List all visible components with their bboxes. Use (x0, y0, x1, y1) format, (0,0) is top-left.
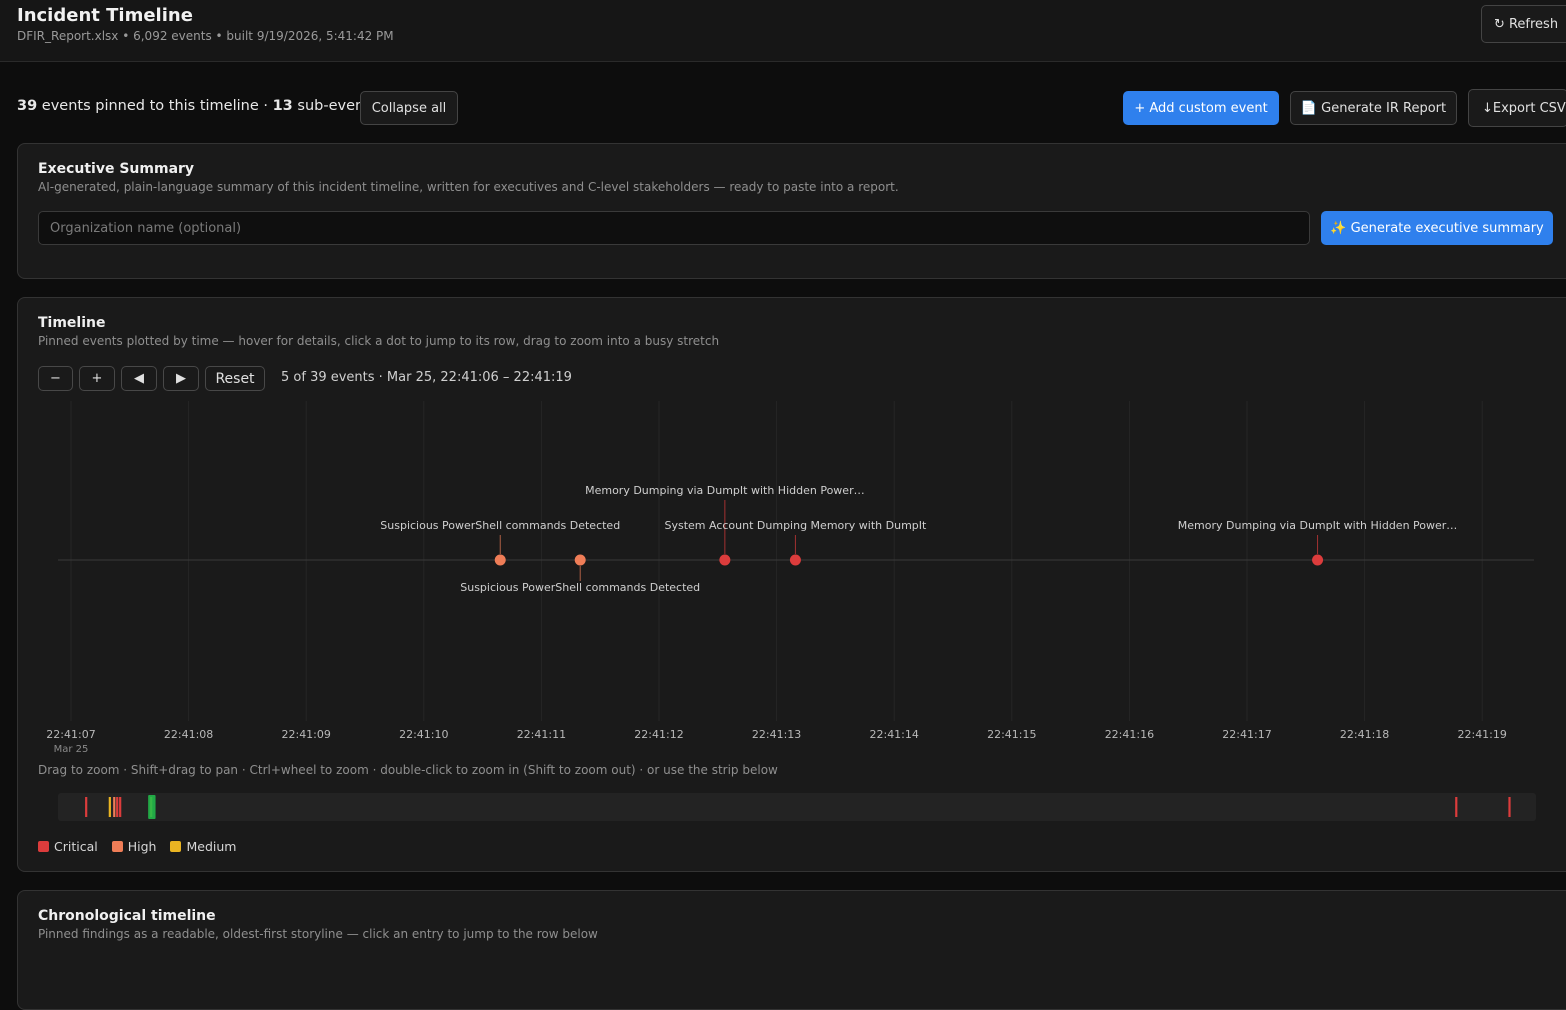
reset-button[interactable]: Reset (205, 366, 265, 391)
overview-strip[interactable] (58, 793, 1536, 821)
event-label: Memory Dumping via DumpIt with Hidden Po… (1178, 519, 1458, 532)
executive-summary-card: Executive Summary AI-generated, plain-la… (17, 143, 1566, 279)
tick-label: 22:41:12 (634, 728, 683, 741)
zoom-in-button[interactable]: + (79, 366, 115, 391)
collapse-all-button[interactable]: Collapse all (360, 91, 458, 125)
page-subtitle: DFIR_Report.xlsx • 6,092 events • built … (17, 29, 394, 43)
event-label: Memory Dumping via DumpIt with Hidden Po… (585, 484, 865, 497)
executive-summary-title: Executive Summary (38, 161, 195, 177)
event-dot[interactable] (574, 554, 586, 566)
overview-mark (108, 797, 111, 817)
add-custom-event-button[interactable]: + Add custom event (1123, 91, 1279, 125)
page-title: Incident Timeline (17, 5, 193, 26)
refresh-button[interactable]: ↻ Refresh (1481, 5, 1566, 43)
event-label: System Account Dumping Memory with DumpI… (664, 519, 927, 532)
overview-mark (1508, 797, 1511, 817)
chronological-timeline-card: Chronological timeline Pinned findings a… (17, 890, 1566, 1010)
tick-label: 22:41:15 (987, 728, 1036, 741)
chronological-title: Chronological timeline (38, 908, 216, 924)
top-bar: Incident Timeline DFIR_Report.xlsx • 6,0… (0, 0, 1566, 62)
date-label: Mar 25 (54, 744, 89, 755)
critical-swatch (38, 841, 49, 852)
legend-label: Medium (186, 839, 237, 854)
previous-button[interactable]: ◀ (121, 366, 157, 391)
overview-mark (119, 797, 122, 817)
chronological-description: Pinned findings as a readable, oldest-fi… (38, 927, 598, 941)
tick-label: 22:41:08 (164, 728, 213, 741)
zoom-out-button[interactable]: − (38, 366, 73, 391)
pinned-text: events pinned to this timeline · (37, 98, 273, 114)
executive-summary-description: AI-generated, plain-language summary of … (38, 180, 899, 194)
export-csv-button[interactable]: ↓Export CSV (1468, 89, 1566, 127)
tick-label: 22:41:18 (1340, 728, 1389, 741)
event-dot[interactable] (1312, 554, 1324, 566)
event-dot[interactable] (719, 554, 731, 566)
pinned-summary: 39 events pinned to this timeline · 13 s… (17, 98, 377, 114)
tick-label: 22:41:13 (752, 728, 801, 741)
tick-label: 22:41:19 (1457, 728, 1506, 741)
overview-mark (85, 797, 88, 817)
legend-item-high: High (111, 839, 157, 854)
organization-name-input[interactable] (38, 211, 1310, 245)
event-dot[interactable] (789, 554, 801, 566)
visible-range-text: 5 of 39 events · Mar 25, 22:41:06 – 22:4… (281, 370, 572, 385)
tick-label: 22:41:14 (869, 728, 918, 741)
legend-label: Critical (54, 839, 98, 854)
event-label: Suspicious PowerShell commands Detected (460, 581, 700, 594)
overview-background (58, 793, 1536, 821)
tick-label: 22:41:16 (1105, 728, 1154, 741)
tick-label: 22:41:11 (517, 728, 566, 741)
timeline-title: Timeline (38, 315, 106, 331)
high-swatch (111, 841, 123, 852)
overview-mark (113, 797, 116, 817)
generate-executive-summary-button[interactable]: ✨ Generate executive summary (1321, 211, 1553, 245)
legend-item-critical: Critical (38, 839, 98, 854)
overview-mark (116, 797, 119, 817)
tick-label: 22:41:10 (399, 728, 448, 741)
tick-label: 22:41:07 (46, 728, 95, 741)
next-button[interactable]: ▶ (163, 366, 199, 391)
event-label: Suspicious PowerShell commands Detected (380, 519, 620, 532)
tick-label: 22:41:17 (1222, 728, 1271, 741)
medium-swatch (170, 841, 182, 852)
overview-mark (1455, 797, 1458, 817)
timeline-chart[interactable]: 22:41:07 22:41:08 22:41:09 22:41:10 22:41:11… (18, 401, 1566, 761)
sub-event-count: 13 (272, 98, 293, 114)
legend-label: High (127, 839, 157, 854)
tick-label: 22:41:09 (281, 728, 330, 741)
pinned-count: 39 (17, 98, 38, 114)
timeline-card: Timeline Pinned events plotted by time —… (17, 297, 1566, 872)
overview-window-handle[interactable] (148, 795, 156, 819)
timeline-description: Pinned events plotted by time — hover fo… (38, 334, 720, 348)
event-dot[interactable] (494, 554, 506, 566)
generate-ir-report-button[interactable]: 📄 Generate IR Report (1290, 91, 1457, 125)
timeline-hint: Drag to zoom · Shift+drag to pan · Ctrl+… (38, 763, 778, 777)
legend-item-medium: Medium (170, 839, 236, 854)
severity-legend: Critical High Medium (38, 839, 236, 854)
